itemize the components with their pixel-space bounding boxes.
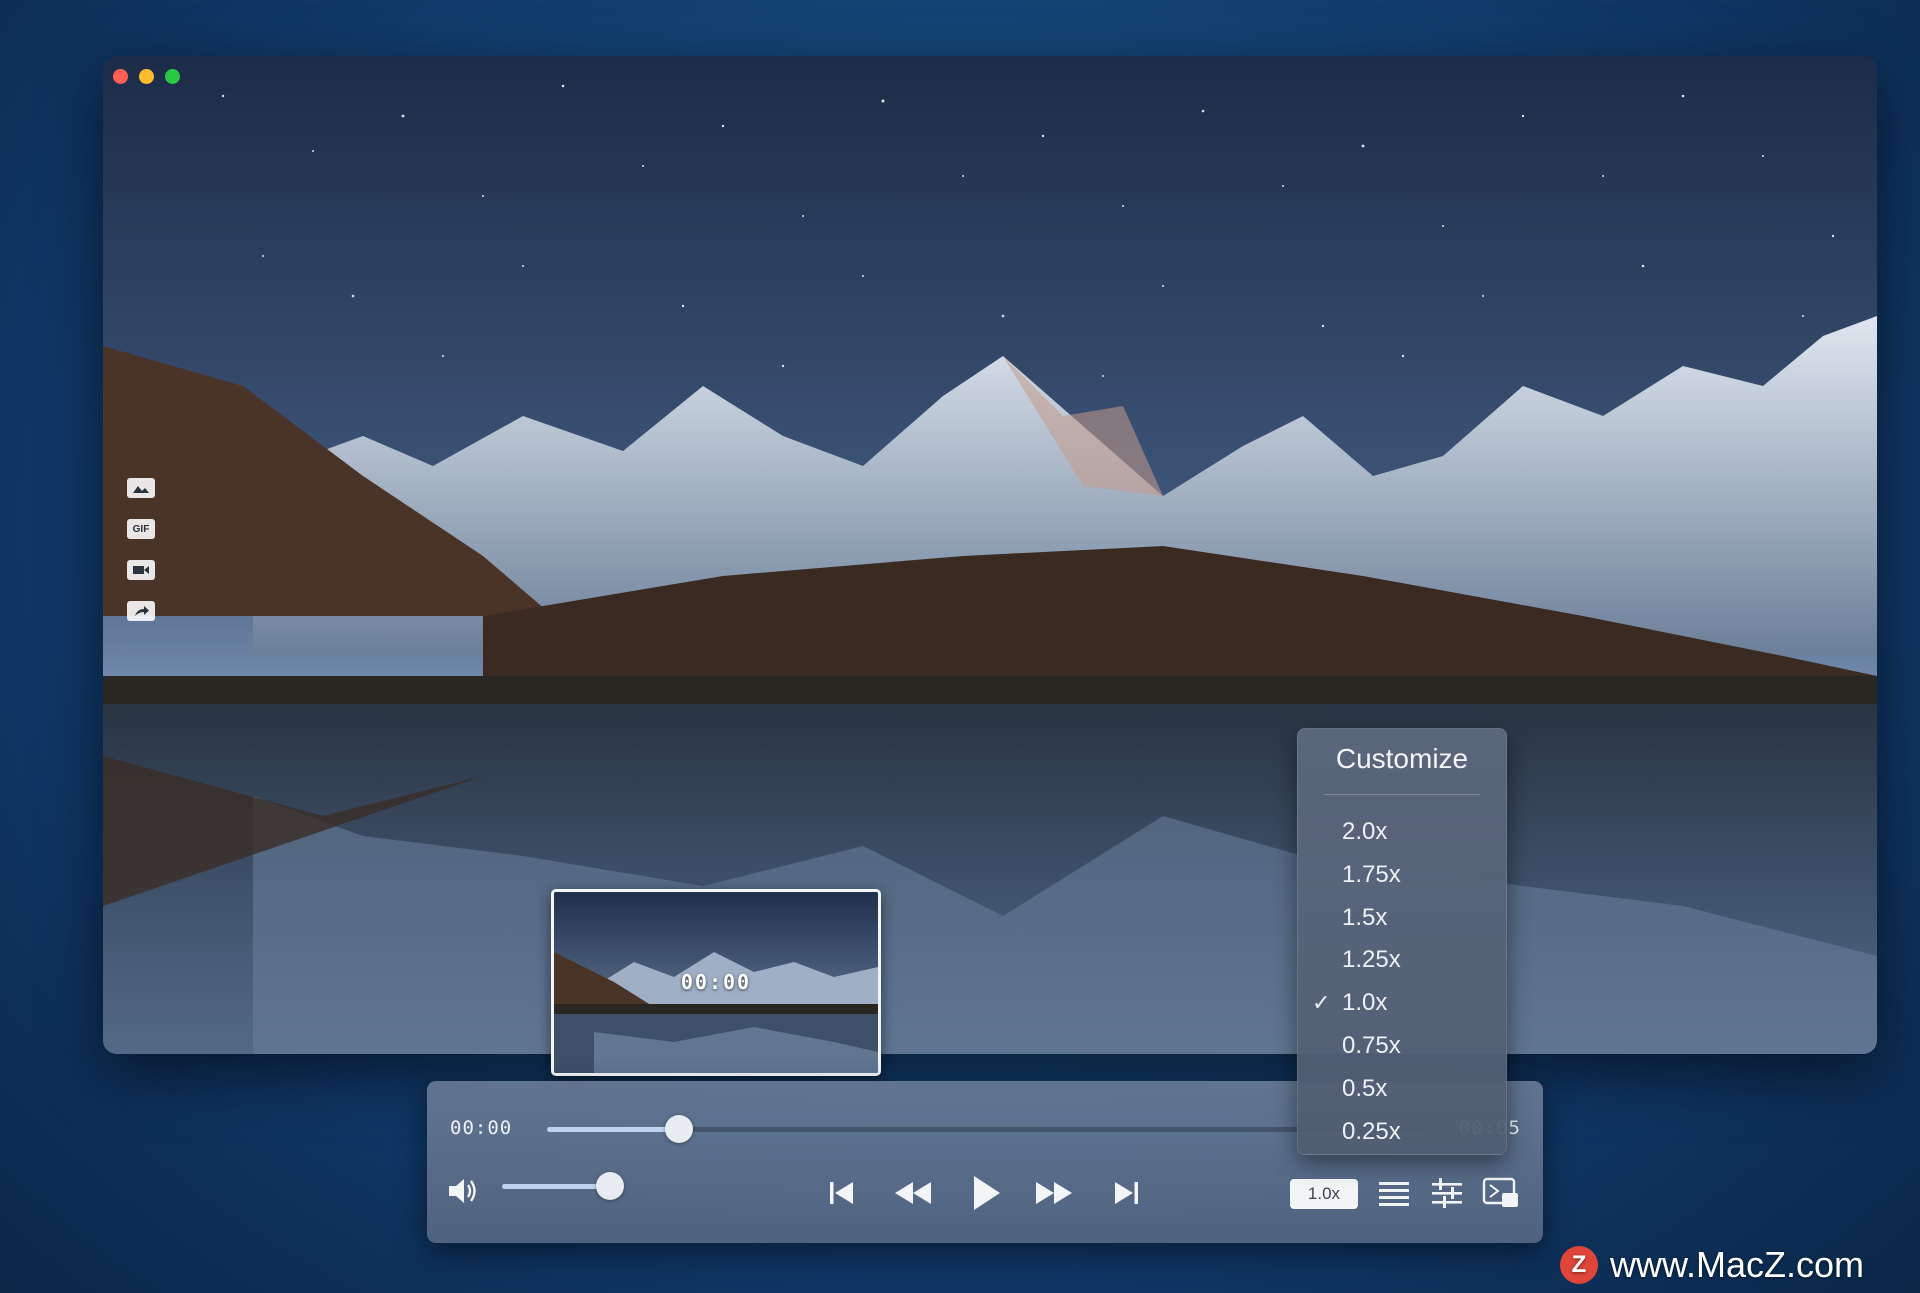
- speed-option[interactable]: 2.0x: [1298, 810, 1506, 852]
- seek-bar-progress: [547, 1127, 679, 1132]
- share-icon[interactable]: [127, 601, 155, 621]
- speed-option[interactable]: 1.75x: [1298, 853, 1506, 895]
- video-frame[interactable]: [103, 56, 1877, 1054]
- checkmark-icon: ✓: [1312, 990, 1331, 1016]
- side-toolbar: GIF: [127, 478, 159, 642]
- playback-speed-button[interactable]: 1.0x: [1290, 1179, 1358, 1209]
- fast-forward-icon[interactable]: [1032, 1171, 1076, 1215]
- volume-level: [502, 1184, 610, 1189]
- speed-option[interactable]: 0.5x: [1298, 1067, 1506, 1109]
- skip-previous-icon[interactable]: [820, 1171, 864, 1215]
- site-watermark: Z www.MacZ.com: [1560, 1243, 1864, 1287]
- zoom-button[interactable]: [165, 69, 180, 84]
- speed-option[interactable]: 1.25x: [1298, 938, 1506, 980]
- speed-option[interactable]: 0.25x: [1298, 1110, 1506, 1152]
- picture-in-picture-icon[interactable]: [1479, 1171, 1523, 1215]
- speed-option-label: 1.25x: [1342, 946, 1401, 974]
- equalizer-settings-icon[interactable]: [1425, 1171, 1469, 1215]
- seek-bar[interactable]: [547, 1115, 1427, 1143]
- rewind-icon[interactable]: [891, 1171, 935, 1215]
- play-icon[interactable]: [964, 1171, 1008, 1215]
- gif-icon[interactable]: GIF: [127, 519, 155, 539]
- skip-next-icon[interactable]: [1104, 1171, 1148, 1215]
- current-time: 00:00: [450, 1117, 513, 1139]
- volume-slider[interactable]: [502, 1172, 624, 1200]
- playlist-icon[interactable]: [1372, 1171, 1416, 1215]
- seek-bar-handle[interactable]: [665, 1115, 693, 1143]
- speed-option-label: 0.25x: [1342, 1117, 1401, 1145]
- volume-handle[interactable]: [596, 1172, 624, 1200]
- image-icon[interactable]: [127, 478, 155, 498]
- minimize-button[interactable]: [139, 69, 154, 84]
- menu-separator: [1324, 794, 1480, 795]
- watermark-text: www.MacZ.com: [1610, 1244, 1865, 1285]
- speed-option-label: 1.5x: [1342, 903, 1388, 931]
- player-window: GIF: [103, 56, 1877, 1054]
- speed-option[interactable]: 0.75x: [1298, 1024, 1506, 1066]
- speed-option[interactable]: 1.5x: [1298, 896, 1506, 938]
- preview-time-label: 00:00: [680, 970, 752, 994]
- close-button[interactable]: [113, 69, 128, 84]
- speed-option-label: 0.5x: [1342, 1074, 1388, 1102]
- speed-option-label: 2.0x: [1342, 818, 1388, 845]
- volume-icon[interactable]: [445, 1173, 481, 1209]
- speed-option-label: 1.75x: [1342, 860, 1401, 888]
- watermark-logo: Z: [1560, 1246, 1598, 1284]
- playback-speed-menu: Customize 2.0x 1.75x 1.5x 1.25x ✓ 1.0x 0.75x 0.…: [1297, 728, 1507, 1155]
- speed-option-label: 1.0x: [1342, 989, 1388, 1017]
- speed-option[interactable]: ✓ 1.0x: [1298, 981, 1506, 1023]
- speed-option-label: 0.75x: [1342, 1032, 1401, 1059]
- scrub-preview-thumbnail: 00:00: [551, 889, 881, 1076]
- video-record-icon[interactable]: [127, 560, 155, 580]
- speed-menu-customize[interactable]: Customize: [1298, 743, 1506, 775]
